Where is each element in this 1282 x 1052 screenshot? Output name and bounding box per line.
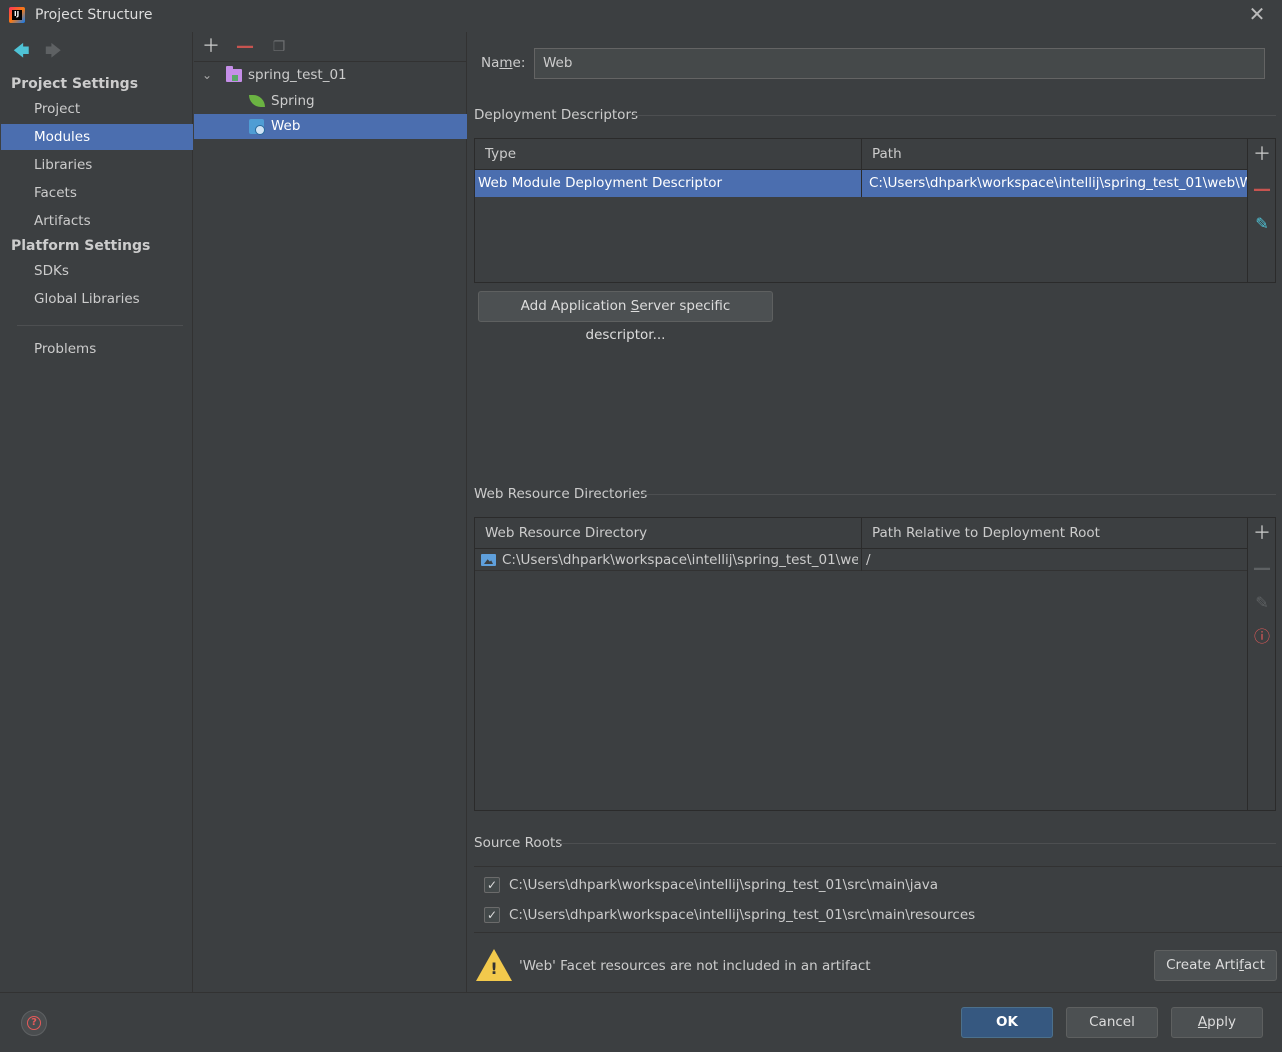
- tree-node-label: spring_test_01: [248, 67, 347, 83]
- descriptor-path-cell: C:\Users\dhpark\workspace\intellij\sprin…: [869, 175, 1249, 191]
- facet-settings-panel: Name: Web Deployment Descriptors Type Pa…: [468, 32, 1282, 992]
- sidebar-item-project[interactable]: Project: [1, 96, 193, 122]
- source-roots-title: Source Roots: [474, 835, 563, 851]
- name-label: Name:: [481, 55, 526, 71]
- table-row[interactable]: Web Module Deployment Descriptor C:\User…: [475, 170, 1249, 197]
- sidebar-item-artifacts[interactable]: Artifacts: [1, 208, 193, 234]
- sidebar-divider: [17, 325, 183, 326]
- column-header-web-resource-directory[interactable]: Web Resource Directory: [475, 518, 861, 549]
- apply-button[interactable]: Apply: [1171, 1007, 1263, 1038]
- sidebar-item-problems[interactable]: Problems: [1, 336, 193, 362]
- web-facet-icon: [249, 119, 265, 135]
- descriptor-type-cell: Web Module Deployment Descriptor: [478, 175, 723, 191]
- deployment-descriptors-table: Type Path Web Module Deployment Descript…: [474, 138, 1276, 283]
- table-action-bar: ＋ — ✎ ⓘ: [1247, 518, 1275, 810]
- web-folder-icon: [481, 554, 496, 566]
- sidebar-item-facets[interactable]: Facets: [1, 180, 193, 206]
- spring-leaf-icon: [249, 95, 265, 107]
- column-header-path[interactable]: Path: [862, 139, 1249, 170]
- tree-node-root[interactable]: ⌄ spring_test_01: [194, 63, 467, 88]
- table-row[interactable]: C:\Users\dhpark\workspace\intellij\sprin…: [475, 549, 1249, 571]
- warning-exclamation: !: [490, 959, 498, 978]
- add-icon[interactable]: ＋: [1252, 145, 1272, 165]
- table-action-bar: ＋ — ✎: [1247, 139, 1275, 282]
- dialog-footer: ? OK Cancel Apply: [0, 992, 1282, 1052]
- group-divider: [630, 115, 1276, 116]
- add-server-descriptor-button[interactable]: Add Application Server specific descript…: [478, 291, 773, 343]
- table-header: Type Path: [475, 139, 1249, 170]
- warning-message: 'Web' Facet resources are not included i…: [519, 958, 871, 974]
- cancel-button[interactable]: Cancel: [1066, 1007, 1158, 1038]
- ok-button[interactable]: OK: [961, 1007, 1053, 1038]
- column-separator: [861, 170, 862, 197]
- help-icon[interactable]: ⓘ: [1252, 627, 1272, 647]
- sidebar-item-sdks[interactable]: SDKs: [1, 258, 193, 284]
- module-folder-icon: [226, 66, 242, 82]
- web-resource-directories-table: Web Resource Directory Path Relative to …: [474, 517, 1276, 811]
- checkbox-checked[interactable]: ✓: [484, 907, 500, 923]
- tree-node-label: Web: [271, 118, 301, 134]
- resource-directory-cell: C:\Users\dhpark\workspace\intellij\sprin…: [502, 552, 858, 568]
- create-artifact-button[interactable]: Create Artifact: [1154, 950, 1277, 981]
- relative-path-cell: /: [866, 552, 871, 568]
- sidebar-item-libraries[interactable]: Libraries: [1, 152, 193, 178]
- title-bar: IJ Project Structure ✕: [0, 0, 1282, 32]
- table-body: C:\Users\dhpark\workspace\intellij\sprin…: [475, 549, 1249, 810]
- arrow-right-icon[interactable]: 🡆: [45, 40, 62, 67]
- source-root-item[interactable]: ✓ C:\Users\dhpark\workspace\intellij\spr…: [484, 874, 938, 896]
- edit-pencil-icon[interactable]: ✎: [1252, 214, 1272, 234]
- project-settings-header: Project Settings: [11, 76, 139, 92]
- help-icon: ?: [27, 1016, 41, 1030]
- close-icon[interactable]: ✕: [1247, 4, 1267, 24]
- source-roots-list: ✓ C:\Users\dhpark\workspace\intellij\spr…: [474, 866, 1282, 933]
- intellij-app-icon: IJ: [9, 7, 25, 23]
- arrow-left-icon[interactable]: 🡄: [13, 40, 30, 67]
- sidebar-item-global-libraries[interactable]: Global Libraries: [1, 286, 193, 312]
- edit-pencil-icon[interactable]: ✎: [1252, 593, 1272, 613]
- column-header-type[interactable]: Type: [475, 139, 861, 170]
- copy-icon[interactable]: ❐: [269, 37, 289, 57]
- add-icon[interactable]: ＋: [1252, 524, 1272, 544]
- table-body: Web Module Deployment Descriptor C:\User…: [475, 170, 1249, 282]
- remove-icon[interactable]: —: [235, 37, 255, 57]
- tree-node-spring[interactable]: Spring: [194, 89, 467, 114]
- web-resource-directories-title: Web Resource Directories: [474, 486, 648, 502]
- remove-icon[interactable]: —: [1252, 180, 1272, 200]
- source-root-item[interactable]: ✓ C:\Users\dhpark\workspace\intellij\spr…: [484, 904, 975, 926]
- add-icon[interactable]: ＋: [201, 37, 221, 57]
- checkbox-checked[interactable]: ✓: [484, 877, 500, 893]
- source-root-path: C:\Users\dhpark\workspace\intellij\sprin…: [509, 877, 939, 893]
- sidebar-item-modules[interactable]: Modules: [1, 124, 193, 150]
- name-input[interactable]: Web: [534, 48, 1265, 79]
- tree-toolbar: ＋ — ❐: [194, 32, 467, 62]
- help-button[interactable]: ?: [21, 1010, 47, 1036]
- remove-icon[interactable]: —: [1252, 559, 1272, 579]
- source-root-path: C:\Users\dhpark\workspace\intellij\sprin…: [509, 907, 976, 923]
- column-header-relative-path[interactable]: Path Relative to Deployment Root: [862, 518, 1249, 549]
- group-divider: [560, 843, 1276, 844]
- column-separator: [861, 549, 862, 571]
- tree-node-web[interactable]: Web: [194, 114, 467, 139]
- module-tree-panel: ＋ — ❐ ⌄ spring_test_01 Spring Web: [194, 32, 467, 992]
- window-title: Project Structure: [35, 7, 153, 23]
- deployment-descriptors-title: Deployment Descriptors: [474, 107, 639, 123]
- group-divider: [636, 494, 1276, 495]
- platform-settings-header: Platform Settings: [11, 238, 151, 254]
- chevron-down-icon[interactable]: ⌄: [202, 63, 212, 88]
- tree-node-label: Spring: [271, 93, 315, 109]
- table-header: Web Resource Directory Path Relative to …: [475, 518, 1249, 549]
- settings-sidebar: 🡄 🡆 Project Settings Project Modules Lib…: [1, 32, 193, 992]
